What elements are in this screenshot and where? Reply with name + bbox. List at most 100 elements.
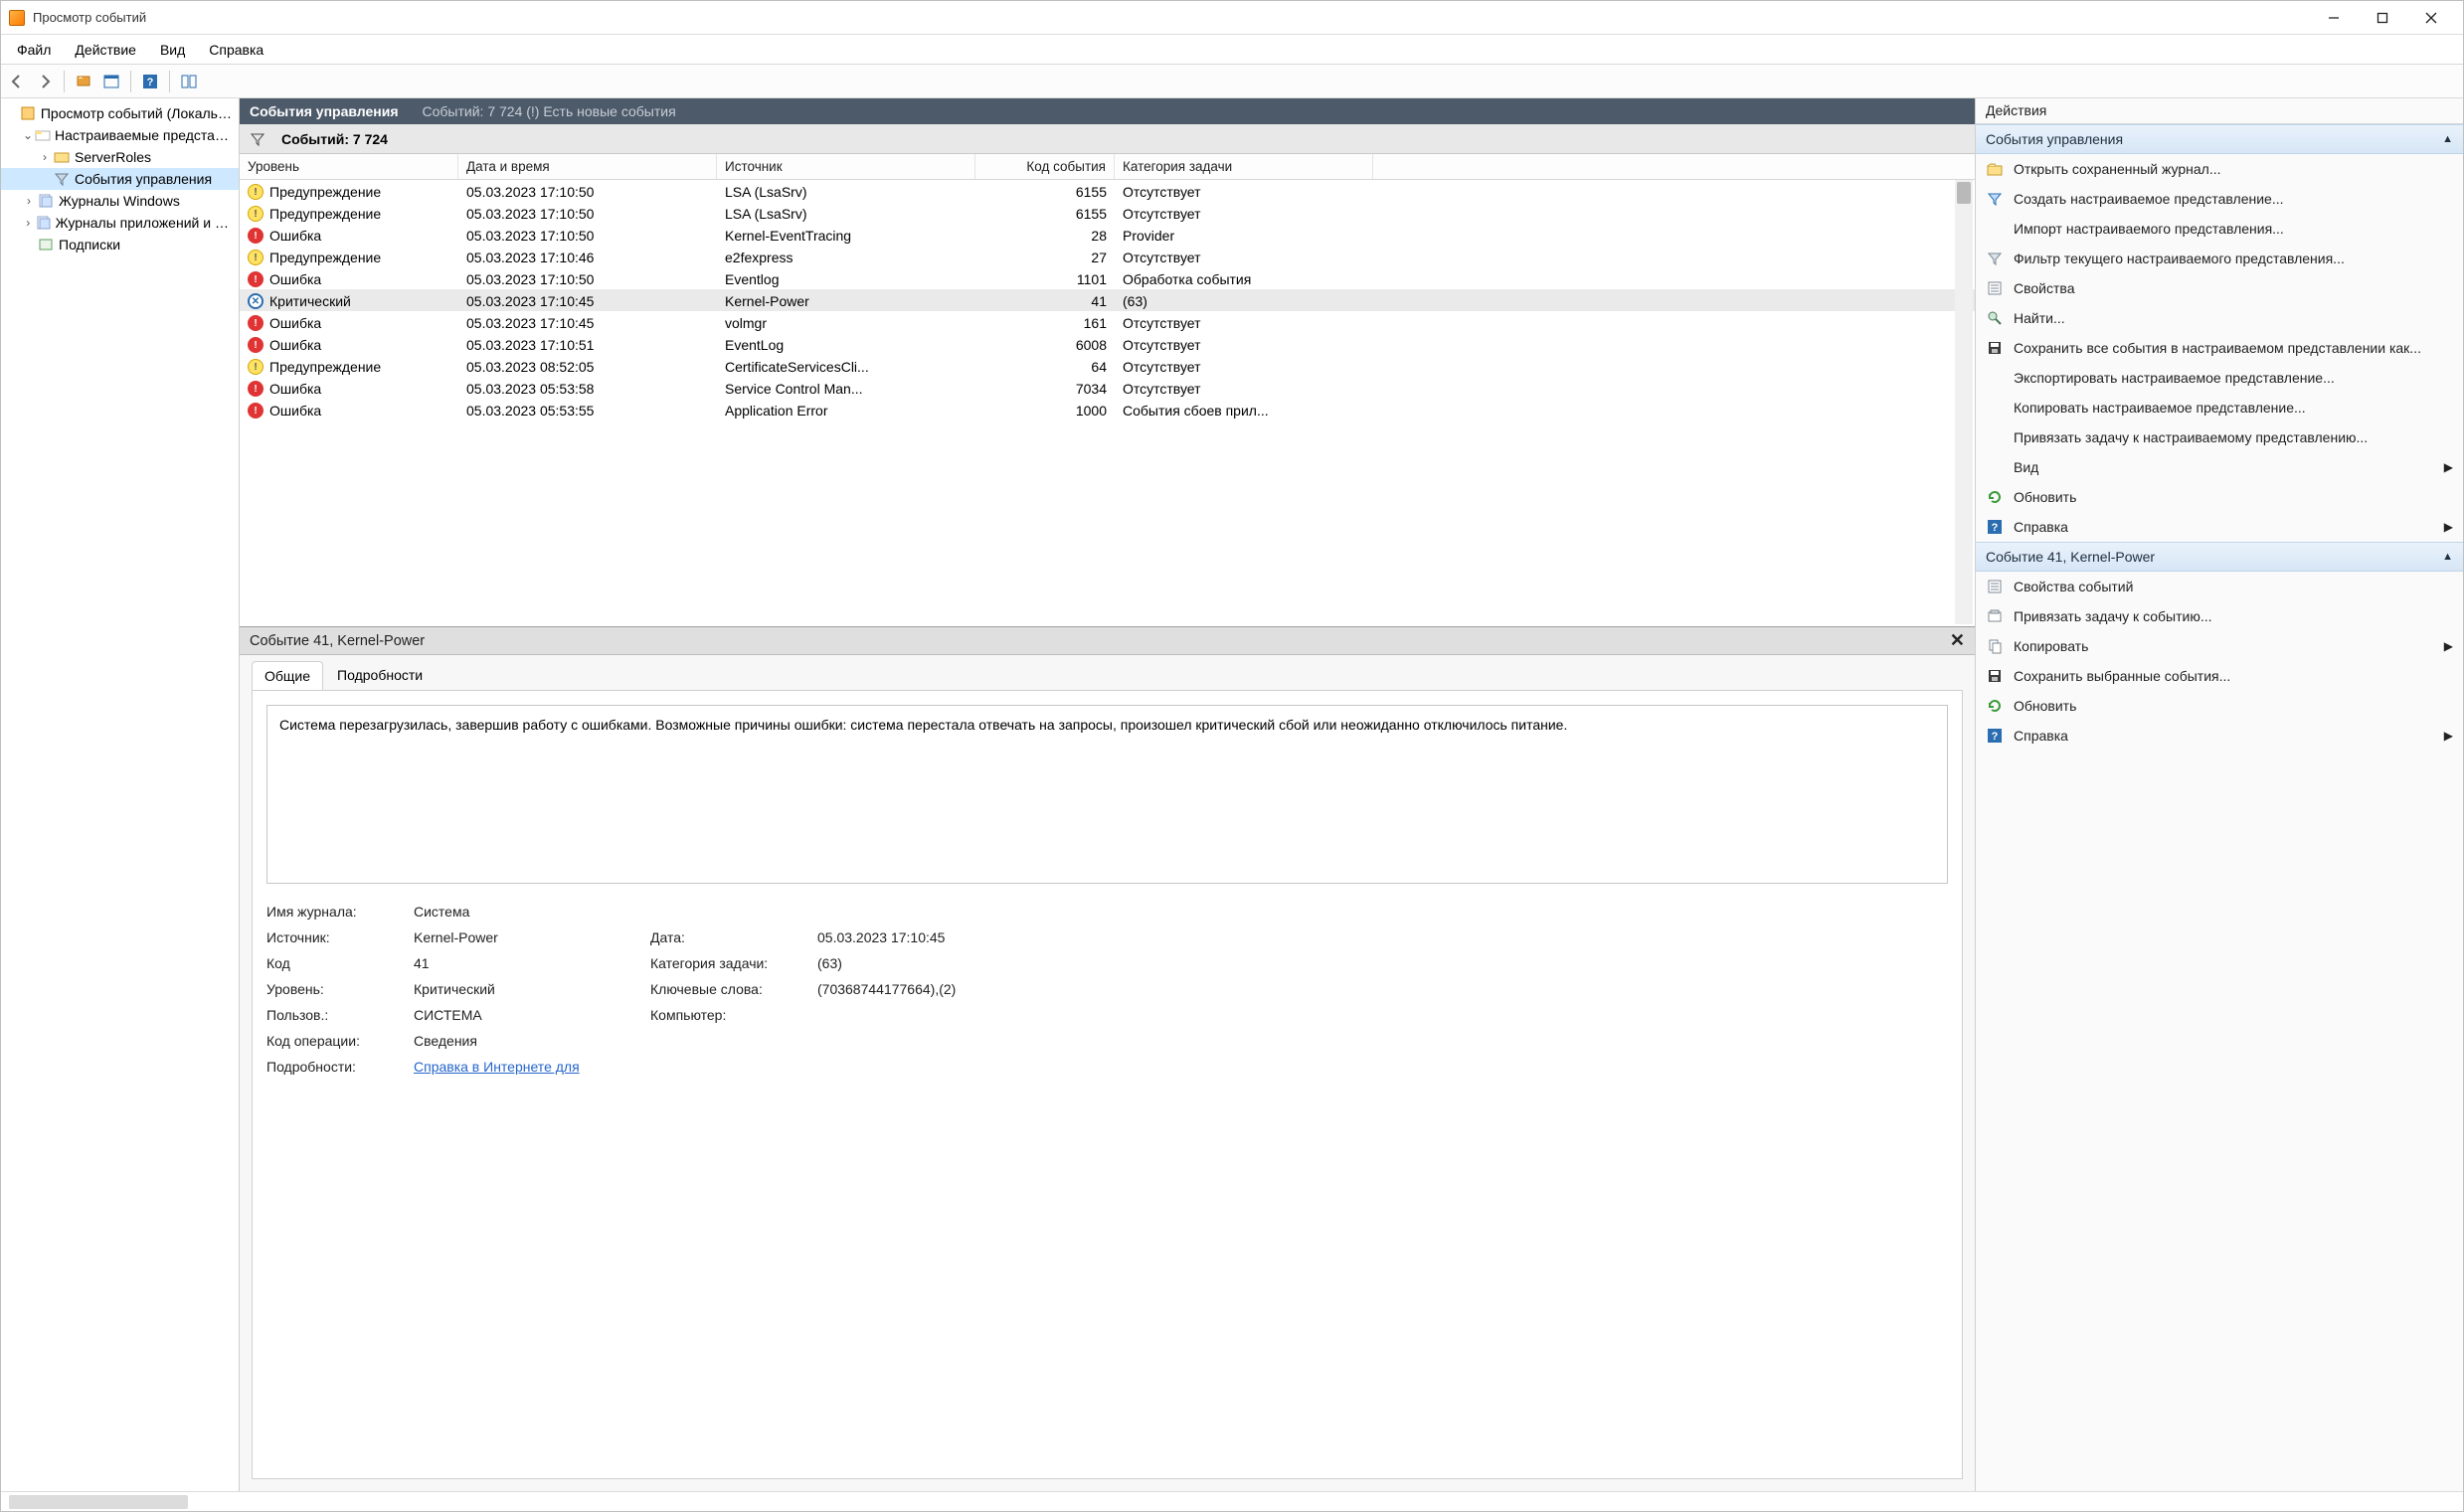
collapse-icon: ▲ bbox=[2442, 133, 2453, 145]
menu-view[interactable]: Вид bbox=[148, 35, 197, 64]
tab-general[interactable]: Общие bbox=[252, 661, 323, 690]
action-label: Создать настраиваемое представление... bbox=[2014, 191, 2284, 207]
cell-task: (63) bbox=[1115, 289, 1373, 313]
grid-scrollbar[interactable] bbox=[1955, 180, 1973, 624]
level-text: Ошибка bbox=[269, 337, 321, 353]
action-item[interactable]: ?Справка▶ bbox=[1976, 512, 2463, 542]
action-label: Справка bbox=[2014, 728, 2068, 744]
toolbar-btn-3[interactable] bbox=[177, 70, 201, 93]
cell-datetime: 05.03.2023 05:53:58 bbox=[458, 377, 717, 401]
event-row[interactable]: !Предупреждение05.03.2023 17:10:46e2fexp… bbox=[240, 246, 1975, 267]
collapse-icon: ▲ bbox=[2442, 551, 2453, 563]
action-item[interactable]: Свойства событий bbox=[1976, 572, 2463, 601]
svg-text:?: ? bbox=[1992, 522, 1999, 534]
tree-app-service-logs[interactable]: › Журналы приложений и служб bbox=[1, 212, 239, 234]
close-button[interactable] bbox=[2407, 3, 2455, 33]
cell-source: e2fexpress bbox=[717, 246, 975, 269]
center-header: События управления Событий: 7 724 (!) Ес… bbox=[240, 98, 1975, 124]
horizontal-scrollbar[interactable] bbox=[9, 1495, 188, 1509]
help-icon: ? bbox=[1986, 518, 2004, 536]
actions-section-1[interactable]: События управления ▲ bbox=[1976, 124, 2463, 154]
action-item[interactable]: Сохранить все события в настраиваемом пр… bbox=[1976, 333, 2463, 363]
submenu-arrow-icon: ▶ bbox=[2444, 729, 2453, 743]
action-item[interactable]: Обновить bbox=[1976, 691, 2463, 721]
center-header-title: События управления bbox=[250, 103, 399, 119]
action-item[interactable]: Привязать задачу к событию... bbox=[1976, 601, 2463, 631]
detail-close-button[interactable]: ✕ bbox=[1950, 630, 1965, 651]
show-hide-tree-button[interactable] bbox=[72, 70, 95, 93]
tree-management-events[interactable]: События управления bbox=[1, 168, 239, 190]
menu-action[interactable]: Действие bbox=[63, 35, 148, 64]
scrollbar-thumb[interactable] bbox=[1957, 182, 1971, 204]
action-label: Экспортировать настраиваемое представлен… bbox=[2014, 370, 2335, 386]
col-datetime[interactable]: Дата и время bbox=[458, 154, 717, 179]
minimize-button[interactable] bbox=[2310, 3, 2358, 33]
col-source[interactable]: Источник bbox=[717, 154, 975, 179]
action-item[interactable]: Обновить bbox=[1976, 482, 2463, 512]
detail-body: Система перезагрузилась, завершив работу… bbox=[252, 690, 1963, 1479]
cell-event-id: 27 bbox=[975, 246, 1115, 269]
tree-label: Подписки bbox=[59, 237, 120, 252]
copy-icon bbox=[1986, 637, 2004, 655]
event-row[interactable]: !Ошибка05.03.2023 17:10:51EventLog6008От… bbox=[240, 333, 1975, 355]
event-row[interactable]: !Ошибка05.03.2023 17:10:50Kernel-EventTr… bbox=[240, 224, 1975, 246]
grid-body[interactable]: !Предупреждение05.03.2023 17:10:50LSA (L… bbox=[240, 180, 1975, 626]
action-item[interactable]: Копировать настраиваемое представление..… bbox=[1976, 393, 2463, 422]
opcode-label: Код операции: bbox=[266, 1033, 396, 1049]
action-item[interactable]: Открыть сохраненный журнал... bbox=[1976, 154, 2463, 184]
event-row[interactable]: !Предупреждение05.03.2023 08:52:05Certif… bbox=[240, 355, 1975, 377]
cell-event-id: 161 bbox=[975, 311, 1115, 335]
actions-section-2[interactable]: Событие 41, Kernel-Power ▲ bbox=[1976, 542, 2463, 572]
action-item[interactable]: Создать настраиваемое представление... bbox=[1976, 184, 2463, 214]
action-item[interactable]: Привязать задачу к настраиваемому предст… bbox=[1976, 422, 2463, 452]
tree-root[interactable]: Просмотр событий (Локальный) bbox=[1, 102, 239, 124]
col-level[interactable]: Уровень bbox=[240, 154, 458, 179]
cell-datetime: 05.03.2023 17:10:50 bbox=[458, 180, 717, 204]
event-row[interactable]: ✕Критический05.03.2023 17:10:45Kernel-Po… bbox=[240, 289, 1975, 311]
action-item[interactable]: Импорт настраиваемого представления... bbox=[1976, 214, 2463, 244]
menu-file[interactable]: Файл bbox=[5, 35, 63, 64]
action-item[interactable]: Экспортировать настраиваемое представлен… bbox=[1976, 363, 2463, 393]
tree-windows-logs[interactable]: › Журналы Windows bbox=[1, 190, 239, 212]
expand-toggle[interactable]: › bbox=[21, 194, 37, 208]
cell-task: Отсутствует bbox=[1115, 333, 1373, 357]
action-item[interactable]: Копировать▶ bbox=[1976, 631, 2463, 661]
event-row[interactable]: !Ошибка05.03.2023 05:53:55Application Er… bbox=[240, 399, 1975, 420]
maximize-button[interactable] bbox=[2359, 3, 2406, 33]
back-button[interactable] bbox=[5, 70, 29, 93]
menu-help[interactable]: Справка bbox=[197, 35, 275, 64]
action-item[interactable]: Сохранить выбранные события... bbox=[1976, 661, 2463, 691]
forward-button[interactable] bbox=[33, 70, 57, 93]
event-grid: Уровень Дата и время Источник Код событи… bbox=[240, 154, 1975, 627]
action-item[interactable]: ?Справка▶ bbox=[1976, 721, 2463, 751]
expand-toggle[interactable]: › bbox=[21, 216, 35, 230]
actions-list-1: Открыть сохраненный журнал... Создать нас… bbox=[1976, 154, 2463, 542]
tree-custom-views[interactable]: ⌄ Настраиваемые представления bbox=[1, 124, 239, 146]
cell-datetime: 05.03.2023 17:10:50 bbox=[458, 267, 717, 291]
event-row[interactable]: !Предупреждение05.03.2023 17:10:50LSA (L… bbox=[240, 202, 1975, 224]
tab-details[interactable]: Подробности bbox=[325, 661, 435, 690]
col-event-id[interactable]: Код события bbox=[975, 154, 1115, 179]
event-row[interactable]: !Предупреждение05.03.2023 17:10:50LSA (L… bbox=[240, 180, 1975, 202]
collapse-toggle[interactable]: ⌄ bbox=[21, 128, 35, 142]
expand-toggle[interactable]: › bbox=[37, 150, 53, 164]
action-item[interactable]: Найти... bbox=[1976, 303, 2463, 333]
cell-task: События сбоев прил... bbox=[1115, 399, 1373, 422]
cell-task: Отсутствует bbox=[1115, 180, 1373, 204]
event-row[interactable]: !Ошибка05.03.2023 17:10:50Eventlog1101Об… bbox=[240, 267, 1975, 289]
toolbar-btn-2[interactable] bbox=[99, 70, 123, 93]
col-task[interactable]: Категория задачи bbox=[1115, 154, 1373, 179]
action-item[interactable]: Фильтр текущего настраиваемого представл… bbox=[1976, 244, 2463, 273]
filter-bar: Событий: 7 724 bbox=[240, 124, 1975, 154]
help-button[interactable]: ? bbox=[138, 70, 162, 93]
event-row[interactable]: !Ошибка05.03.2023 05:53:58Service Contro… bbox=[240, 377, 1975, 399]
action-item[interactable]: Свойства bbox=[1976, 273, 2463, 303]
cell-source: volmgr bbox=[717, 311, 975, 335]
event-description: Система перезагрузилась, завершив работу… bbox=[266, 705, 1948, 884]
action-item[interactable]: Вид▶ bbox=[1976, 452, 2463, 482]
tree-subscriptions[interactable]: Подписки bbox=[1, 234, 239, 255]
cell-task: Отсутствует bbox=[1115, 246, 1373, 269]
event-row[interactable]: !Ошибка05.03.2023 17:10:45volmgr161Отсут… bbox=[240, 311, 1975, 333]
tree-server-roles[interactable]: › ServerRoles bbox=[1, 146, 239, 168]
online-help-link[interactable]: Справка в Интернете для bbox=[414, 1059, 580, 1075]
